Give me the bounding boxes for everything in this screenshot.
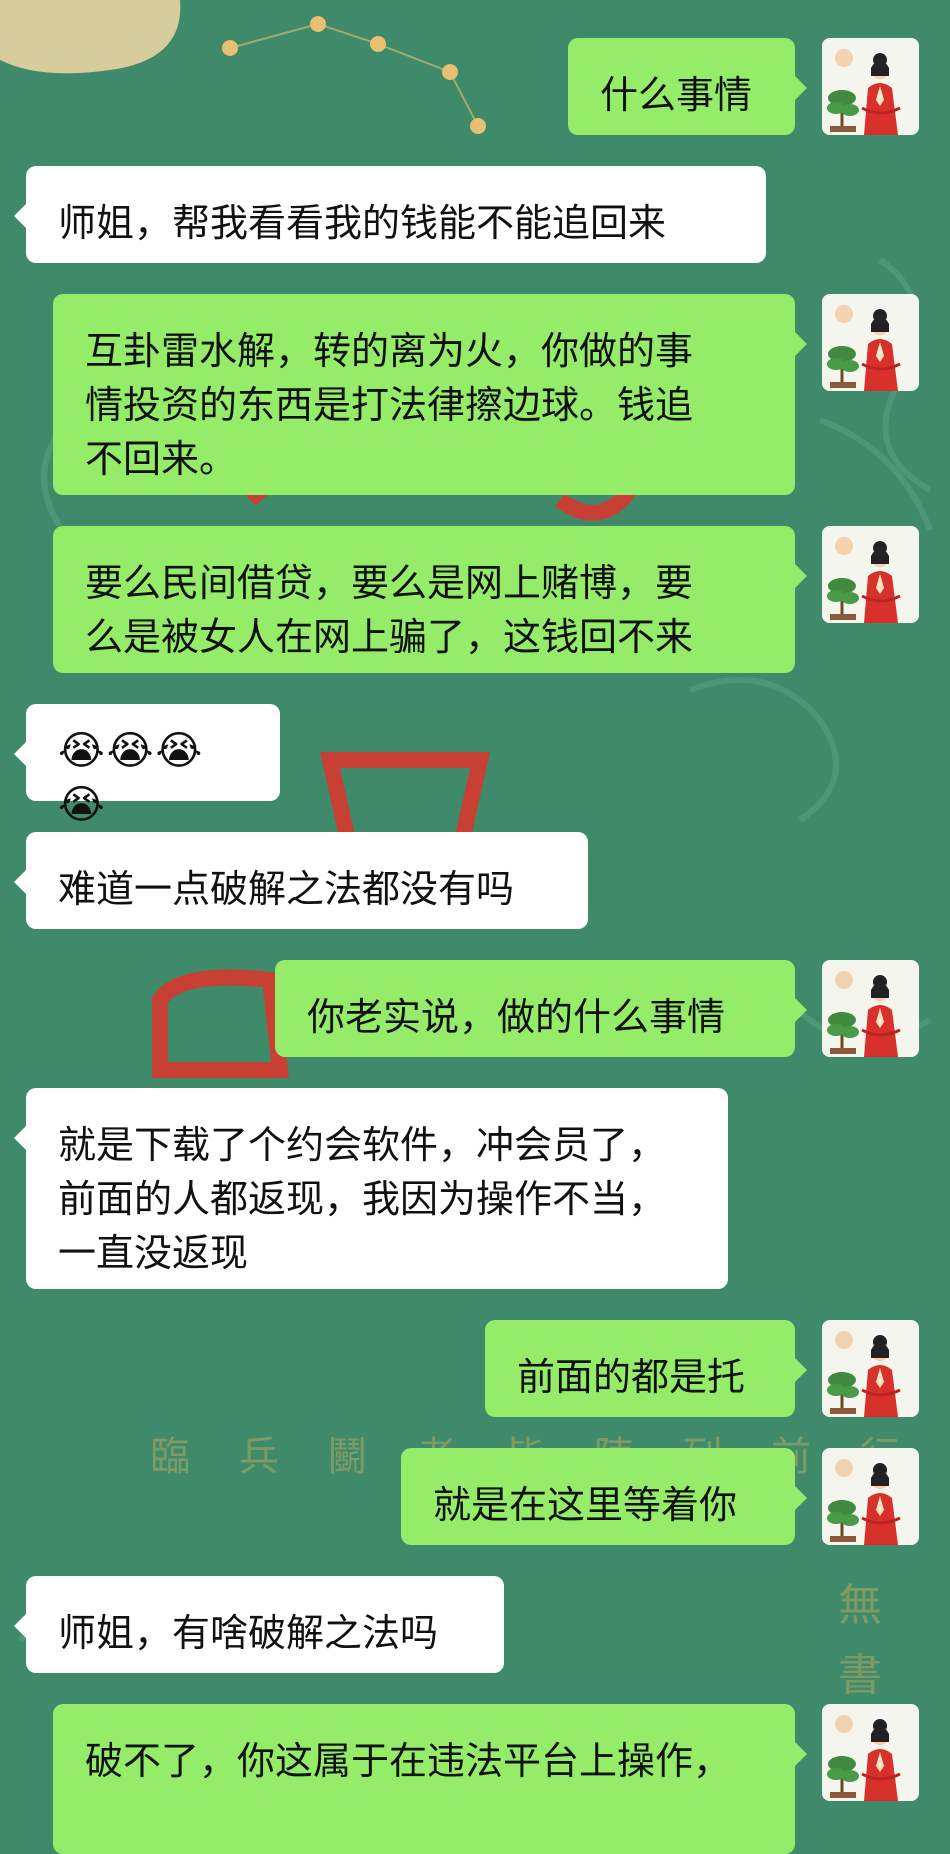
avatar-woman-red-robe-icon — [822, 526, 919, 623]
message-bubble-outgoing[interactable]: 破不了，你这属于在违法平台上操作， — [53, 1704, 807, 1854]
message-bubble-incoming[interactable]: 师姐，帮我看看我的钱能不能追回来 — [14, 166, 766, 263]
user-avatar-icon[interactable] — [822, 960, 919, 1057]
user-avatar-icon[interactable] — [822, 1704, 919, 1801]
avatar-woman-red-robe-icon — [822, 294, 919, 391]
svg-text:無: 無 — [838, 1580, 882, 1631]
user-avatar-icon[interactable] — [822, 38, 919, 135]
message-bubble-outgoing[interactable]: 什么事情 — [568, 38, 807, 135]
user-avatar-icon[interactable] — [822, 1448, 919, 1545]
message-bubble-outgoing[interactable]: 你老实说，做的什么事情 — [275, 960, 807, 1057]
message-bubble-incoming[interactable]: 师姐，有啥破解之法吗 — [14, 1576, 504, 1673]
avatar-woman-red-robe-icon — [822, 38, 919, 135]
user-avatar-icon[interactable] — [822, 294, 919, 391]
avatar-woman-red-robe-icon — [822, 1704, 919, 1801]
avatar-woman-red-robe-icon — [822, 960, 919, 1057]
svg-text:書: 書 — [838, 1650, 882, 1701]
avatar-woman-red-robe-icon — [822, 1448, 919, 1545]
avatar-woman-red-robe-icon — [822, 1320, 919, 1417]
user-avatar-icon[interactable] — [822, 1320, 919, 1417]
message-bubble-outgoing[interactable]: 要么民间借贷，要么是网上赌博，要 么是被女人在网上骗了，这钱回不来 — [53, 526, 807, 673]
user-avatar-icon[interactable] — [822, 526, 919, 623]
message-bubble-incoming[interactable]: 难道一点破解之法都没有吗 — [14, 832, 588, 929]
message-bubble-incoming[interactable]: 😭😭😭😭 — [14, 704, 280, 828]
message-bubble-outgoing[interactable]: 互卦雷水解，转的离为火，你做的事 情投资的东西是打法律擦边球。钱追 不回来。 — [53, 294, 807, 495]
message-bubble-incoming[interactable]: 就是下载了个约会软件，冲会员了， 前面的人都返现，我因为操作不当， 一直没返现 — [14, 1088, 728, 1289]
message-bubble-outgoing[interactable]: 前面的都是托 — [485, 1320, 807, 1417]
message-bubble-outgoing[interactable]: 就是在这里等着你 — [401, 1448, 807, 1545]
